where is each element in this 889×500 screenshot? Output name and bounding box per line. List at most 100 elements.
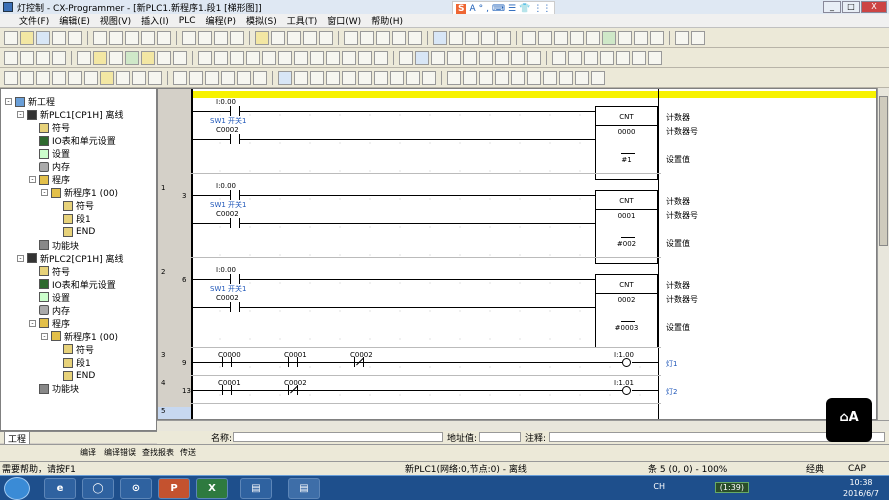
output-window-icon[interactable] <box>20 70 34 85</box>
tree-node[interactable]: - 新程序1 (00) <box>41 330 118 343</box>
status-icon[interactable] <box>650 30 664 45</box>
sim-break-icon[interactable] <box>310 70 324 85</box>
tree-node[interactable]: - 新PLC1[CP1H] 离线 <box>17 108 124 121</box>
cycle-time-icon[interactable] <box>632 50 646 65</box>
edit-insert-row-icon[interactable] <box>447 70 461 85</box>
tree-node[interactable]: 符号 <box>29 265 70 278</box>
nc-contact[interactable] <box>354 357 364 367</box>
data-trace-icon[interactable] <box>552 50 566 65</box>
step-icon[interactable] <box>344 30 358 45</box>
pause-icon[interactable] <box>360 30 374 45</box>
tab-compile[interactable]: 编译 <box>80 447 96 458</box>
plc-mode-icon[interactable] <box>431 50 445 65</box>
output-coil[interactable] <box>622 386 631 395</box>
symbol-table-icon[interactable] <box>141 50 155 65</box>
no-contact[interactable] <box>230 106 240 116</box>
tree-expander-icon[interactable]: - <box>5 98 12 105</box>
bin-10-icon[interactable] <box>173 70 187 85</box>
cross-ref-icon[interactable] <box>481 30 495 45</box>
zoom-out-icon[interactable] <box>20 50 34 65</box>
app3-taskbar-button[interactable]: ⊙ <box>120 478 152 499</box>
plc-online-icon[interactable] <box>415 50 429 65</box>
no-contact[interactable] <box>222 385 232 395</box>
tree-node[interactable]: 内存 <box>29 160 70 173</box>
ladder-editor[interactable]: I:0.00 SW1 开关1 C0002 CNT 0000 #1 计数器 计数器号 设置值 1 3 I… <box>157 88 877 420</box>
instruction-icon[interactable] <box>157 50 171 65</box>
rung-icon[interactable] <box>125 50 139 65</box>
tree-node[interactable]: 设置 <box>29 147 70 160</box>
tab-find-report[interactable]: 查找报表 <box>142 447 174 458</box>
sim-end-icon[interactable] <box>422 70 436 85</box>
app2-taskbar-button[interactable]: ◯ <box>82 478 114 499</box>
sim-stop-icon[interactable] <box>358 70 372 85</box>
tray-timer[interactable]: (1:39) <box>714 482 749 493</box>
find-icon[interactable] <box>182 30 196 45</box>
set-value-icon[interactable] <box>221 70 235 85</box>
cut-icon[interactable] <box>93 30 107 45</box>
ime-keyboard-icon[interactable]: ⌨ <box>492 4 505 14</box>
warning-icon[interactable] <box>255 30 269 45</box>
config-icon[interactable] <box>691 30 705 45</box>
edit-jump-icon[interactable] <box>591 70 605 85</box>
undo-icon[interactable] <box>141 30 155 45</box>
ime-menu-icon[interactable]: ☰ <box>508 4 516 14</box>
tree-node[interactable]: 符号 <box>29 121 70 134</box>
tree-node[interactable]: - 新程序1 (00) <box>41 186 118 199</box>
no-contact[interactable] <box>230 218 240 228</box>
unit-info-icon[interactable] <box>648 50 662 65</box>
edit-line-icon[interactable] <box>511 70 525 85</box>
watch-icon[interactable] <box>602 30 616 45</box>
output-icon[interactable] <box>634 30 648 45</box>
edit-merge-icon[interactable] <box>559 70 573 85</box>
tree-node[interactable]: 段1 <box>53 212 91 225</box>
menu-window[interactable]: 窗口(W) <box>322 14 366 27</box>
online-edit-icon[interactable] <box>399 50 413 65</box>
ime-more-icon[interactable]: ⋮⋮ <box>533 4 551 14</box>
memory-view-icon[interactable] <box>465 30 479 45</box>
error-log-icon[interactable] <box>600 50 614 65</box>
tree-node[interactable]: 设置 <box>29 291 70 304</box>
tree-expander-icon[interactable]: - <box>29 176 36 184</box>
tab-compile-errors[interactable]: 编译错误 <box>104 447 136 458</box>
tile-icon[interactable] <box>586 30 600 45</box>
new-icon[interactable] <box>4 30 18 45</box>
transfer-icon[interactable] <box>303 30 317 45</box>
ime-punct-icon[interactable]: ° <box>479 4 484 14</box>
tree-node[interactable]: - 程序 <box>29 317 70 330</box>
copy-icon[interactable] <box>109 30 123 45</box>
powerpoint-taskbar-button[interactable]: P <box>158 478 190 499</box>
menu-file[interactable]: 文件(F) <box>14 14 54 27</box>
properties-icon[interactable] <box>68 70 82 85</box>
sim-play-icon[interactable] <box>326 70 340 85</box>
sim-start-icon[interactable] <box>278 70 292 85</box>
ie-taskbar-button[interactable]: e <box>44 478 76 499</box>
table-icon[interactable] <box>538 30 552 45</box>
address-ref-icon[interactable] <box>52 70 66 85</box>
tree-node[interactable]: IO表和单元设置 <box>29 134 116 147</box>
no-contact[interactable] <box>230 190 240 200</box>
edit-delete-row-icon[interactable] <box>463 70 477 85</box>
diff-icon[interactable] <box>433 30 447 45</box>
io-icon[interactable] <box>449 30 463 45</box>
menu-simulate[interactable]: 模拟(S) <box>241 14 282 27</box>
sim-pause-icon[interactable] <box>342 70 356 85</box>
force-icon[interactable] <box>376 30 390 45</box>
ime-comma-icon[interactable]: , <box>486 4 489 14</box>
plc-program-icon[interactable] <box>447 50 461 65</box>
reset-icon[interactable] <box>408 30 422 45</box>
operand-icon[interactable] <box>173 50 187 65</box>
ime-mode-icon[interactable]: A <box>469 4 475 14</box>
pin-icon[interactable] <box>358 50 372 65</box>
upload-icon[interactable] <box>511 50 525 65</box>
zoom-fit-icon[interactable] <box>36 50 50 65</box>
tree-node[interactable]: 符号 <box>53 343 94 356</box>
system-clock[interactable]: 10:38 2016/6/7 <box>837 477 885 499</box>
tree-node[interactable]: IO表和单元设置 <box>29 278 116 291</box>
counter-block[interactable]: CNT 0001 #002 <box>595 190 658 264</box>
select-icon[interactable] <box>198 50 212 65</box>
tree-node[interactable]: 功能块 <box>29 239 79 252</box>
grid-toggle-icon[interactable] <box>77 50 91 65</box>
tree-node[interactable]: 内存 <box>29 304 70 317</box>
cx-programmer-taskbar-button[interactable]: ▤ <box>288 478 320 499</box>
vertical-scroll-thumb[interactable] <box>879 96 888 246</box>
